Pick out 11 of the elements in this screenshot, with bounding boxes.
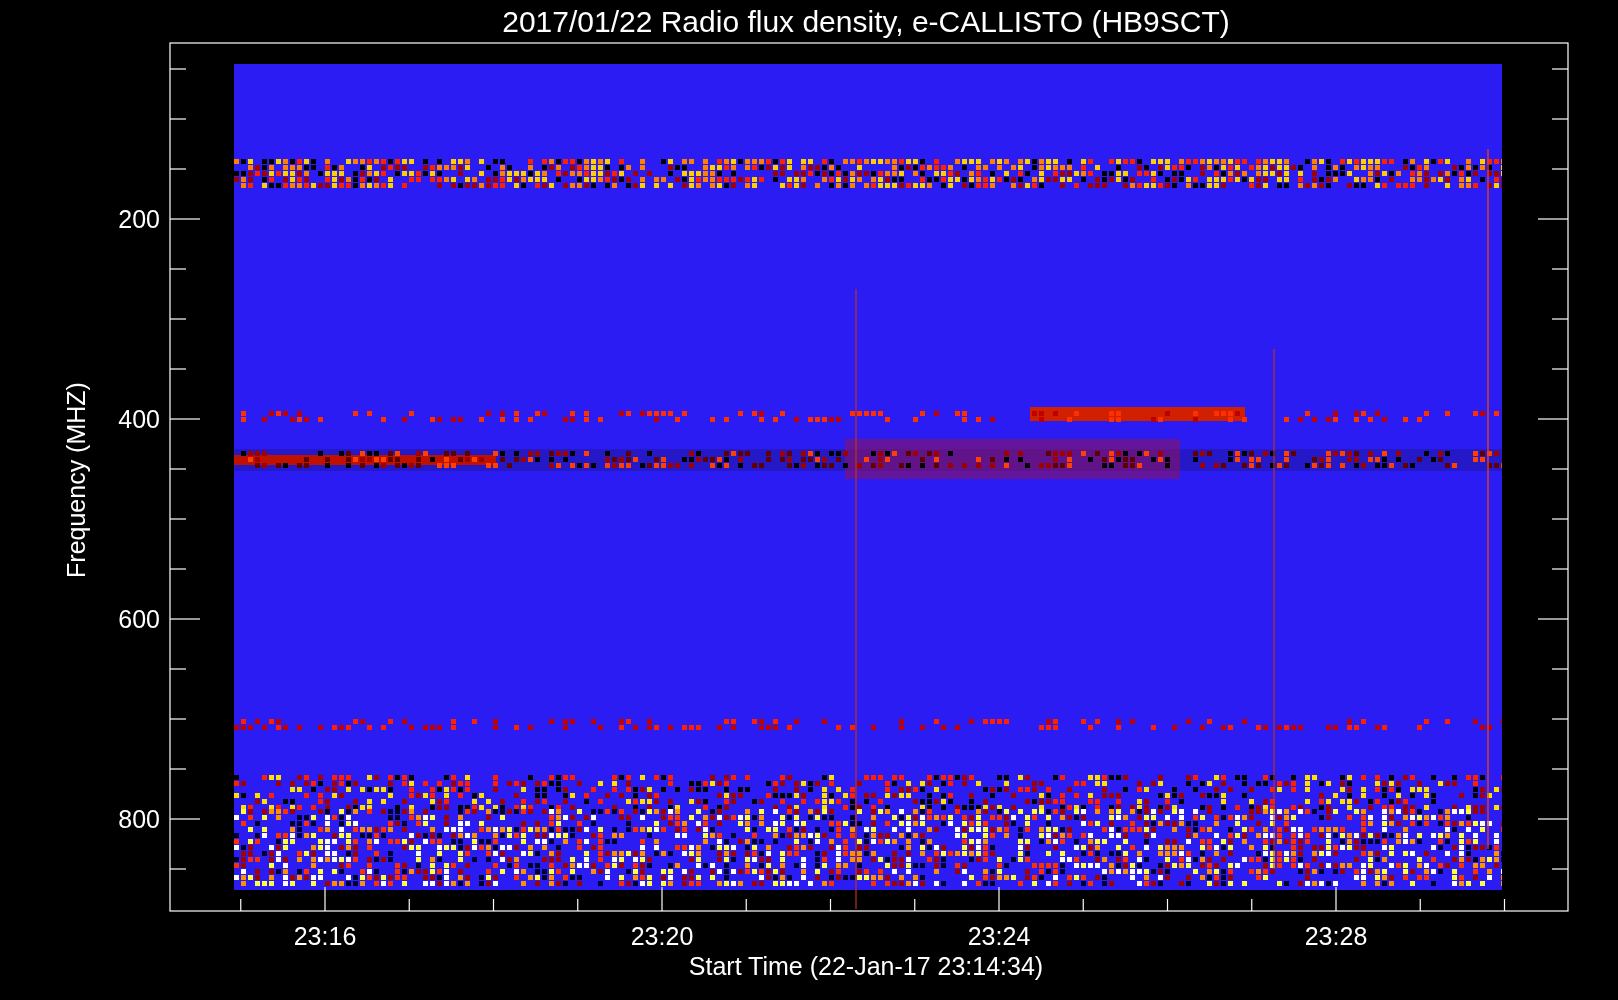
x-tick-label: 23:20 <box>630 922 694 950</box>
y-tick-label: 600 <box>118 605 160 633</box>
x-axis-label: Start Time (22-Jan-17 23:14:34) <box>688 952 1044 980</box>
x-tick-label: 23:28 <box>1304 922 1368 950</box>
y-axis-label: Frequency (MHZ) <box>62 382 90 578</box>
chart-title: 2017/01/22 Radio flux density, e-CALLISTO (HB9SCT) <box>502 5 1230 38</box>
x-tick-label: 23:16 <box>293 922 357 950</box>
y-tick-label: 200 <box>118 205 160 233</box>
y-tick-label: 800 <box>118 805 160 833</box>
x-tick-label: 23:24 <box>967 922 1031 950</box>
y-tick-label: 400 <box>118 405 160 433</box>
